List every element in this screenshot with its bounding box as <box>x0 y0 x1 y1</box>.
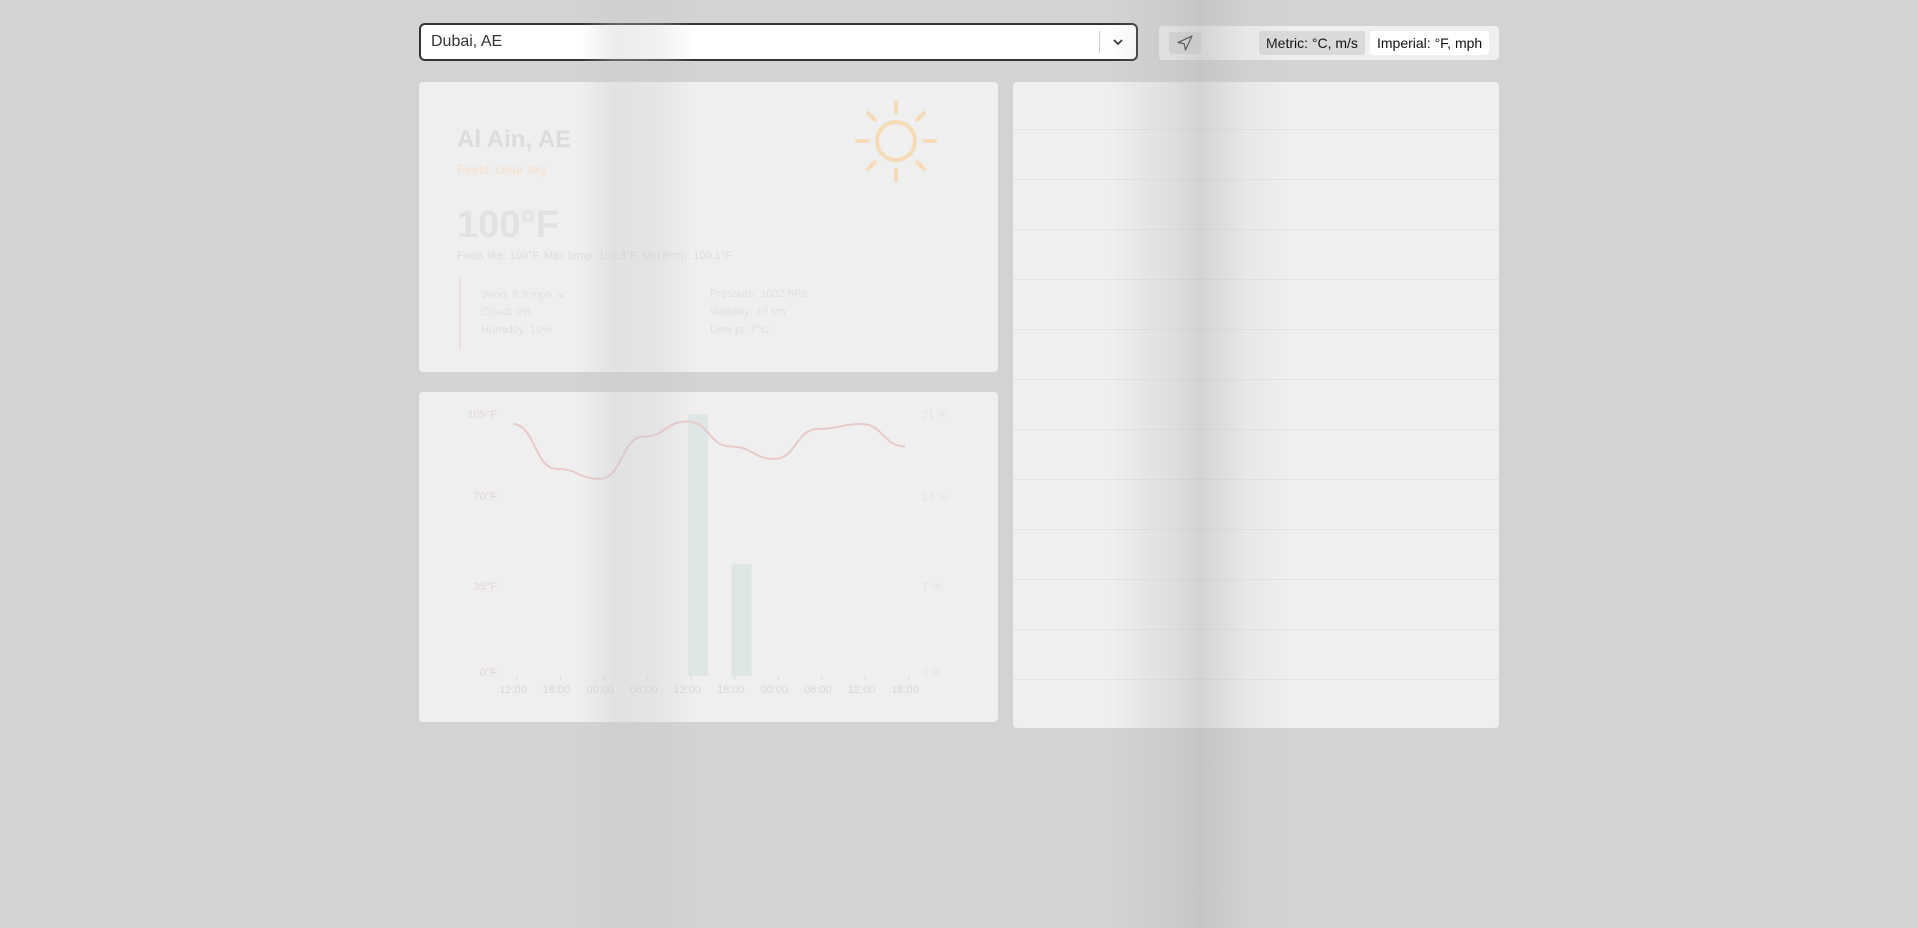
x-axis-tick-label: 12:00 <box>673 684 701 696</box>
forecast-row-divider <box>1013 429 1499 430</box>
forecast-row-divider <box>1013 229 1499 230</box>
location-arrow-icon <box>1177 35 1193 51</box>
detail-visibility: Visibility: 10 km <box>710 306 786 318</box>
y-axis-right-tick: 0 % <box>922 667 941 679</box>
details-accent-rule <box>459 278 461 350</box>
hourly-forecast-chart: 105°F 70°F 35°F 0°F 21 % 14 % 7 % 0 % 12:00 18:00… <box>468 409 948 696</box>
toolbar: Metric: °C, m/s Imperial: °F, mph <box>1159 26 1499 60</box>
forecast-row-divider <box>1013 579 1499 580</box>
forecast-row-divider <box>1013 179 1499 180</box>
x-axis-tick-label: 18:00 <box>717 684 745 696</box>
current-city: Al Ain, AE <box>457 126 572 153</box>
city-search-value[interactable]: Dubai, AE <box>421 33 1099 51</box>
current-weather-card: Al Ain, AE Feels: clear sky 100°F Feels … <box>419 82 998 372</box>
x-axis-tick-label: 00:00 <box>586 684 614 696</box>
forecast-row-divider <box>1013 379 1499 380</box>
forecast-row-divider <box>1013 279 1499 280</box>
hourly-chart-card: 105°F 70°F 35°F 0°F 21 % 14 % 7 % 0 % 12:00 18:00… <box>419 392 998 722</box>
detail-humidity: Humidity: 10% <box>481 324 552 336</box>
x-axis-tick-label: 06:00 <box>630 684 658 696</box>
precip-bar <box>731 563 752 676</box>
x-axis-tick-label: 00:00 <box>761 684 789 696</box>
forecast-row-divider <box>1013 529 1499 530</box>
temperature-line <box>512 420 906 480</box>
forecast-row-divider <box>1013 679 1499 680</box>
sun-icon <box>855 100 937 182</box>
y-axis-right-tick: 14 % <box>922 491 947 503</box>
x-axis-tick-label: 18:00 <box>891 684 919 696</box>
y-axis-left-tick: 105°F <box>468 409 498 421</box>
current-description: Feels: clear sky <box>457 162 548 177</box>
y-axis-left-tick: 70°F <box>474 491 498 503</box>
detail-dewpoint: Dew pt: 7°C <box>710 324 769 336</box>
detail-cloud: Cloud: 0% <box>481 306 532 318</box>
y-axis-right-tick: 7 % <box>922 581 941 593</box>
precip-bar <box>688 414 708 676</box>
metric-units-button[interactable]: Metric: °C, m/s <box>1259 31 1365 55</box>
chevron-down-icon[interactable] <box>1100 25 1136 59</box>
detail-pressure: Pressure: 1002 hPa <box>710 288 808 300</box>
x-axis-tick-label: 12:00 <box>848 684 876 696</box>
current-location-button[interactable] <box>1169 32 1201 54</box>
current-summary: Feels like: 100°F. Max temp: 100.3°F. Mi… <box>457 250 732 262</box>
forecast-row-divider <box>1013 629 1499 630</box>
city-search-select[interactable]: Dubai, AE <box>419 23 1138 61</box>
forecast-list-card <box>1013 82 1499 728</box>
y-axis-left-tick: 0°F <box>480 667 498 679</box>
y-axis-left-tick: 35°F <box>474 581 498 593</box>
forecast-row-divider <box>1013 129 1499 130</box>
x-axis-tick-label: 06:00 <box>804 684 832 696</box>
y-axis-right-tick: 21 % <box>922 409 947 421</box>
detail-wind: Wind: 8.3 mph ↘ <box>481 289 565 301</box>
forecast-row-divider <box>1013 329 1499 330</box>
x-axis-tick-label: 18:00 <box>543 684 571 696</box>
imperial-units-button[interactable]: Imperial: °F, mph <box>1370 31 1490 55</box>
forecast-row-divider <box>1013 479 1499 480</box>
x-axis-tick-label: 12:00 <box>499 684 527 696</box>
current-temperature: 100°F <box>457 204 559 246</box>
